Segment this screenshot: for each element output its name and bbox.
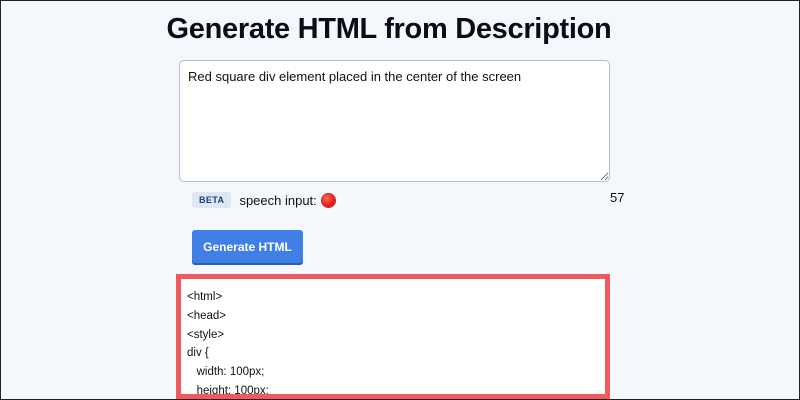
description-input[interactable]: Red square div element placed in the cen… (179, 60, 610, 182)
generated-code-output[interactable]: <html> <head> <style> div { width: 100px… (176, 274, 610, 399)
speech-input-label: speech input: (239, 192, 317, 208)
record-icon[interactable] (321, 193, 335, 207)
generate-html-button[interactable]: Generate HTML (192, 230, 303, 263)
speech-input-row: BETA speech input: (192, 191, 335, 209)
code-line: height: 100px; (187, 384, 269, 397)
code-line: <html> (187, 291, 223, 303)
code-line: <style> (187, 328, 225, 341)
code-line: width: 100px; (187, 366, 265, 379)
code-line: <head> (187, 309, 227, 322)
page-title: Generate HTML from Description (166, 13, 612, 45)
code-line: div { (187, 347, 209, 360)
character-count: 57 (610, 190, 625, 205)
beta-badge: BETA (192, 192, 232, 208)
